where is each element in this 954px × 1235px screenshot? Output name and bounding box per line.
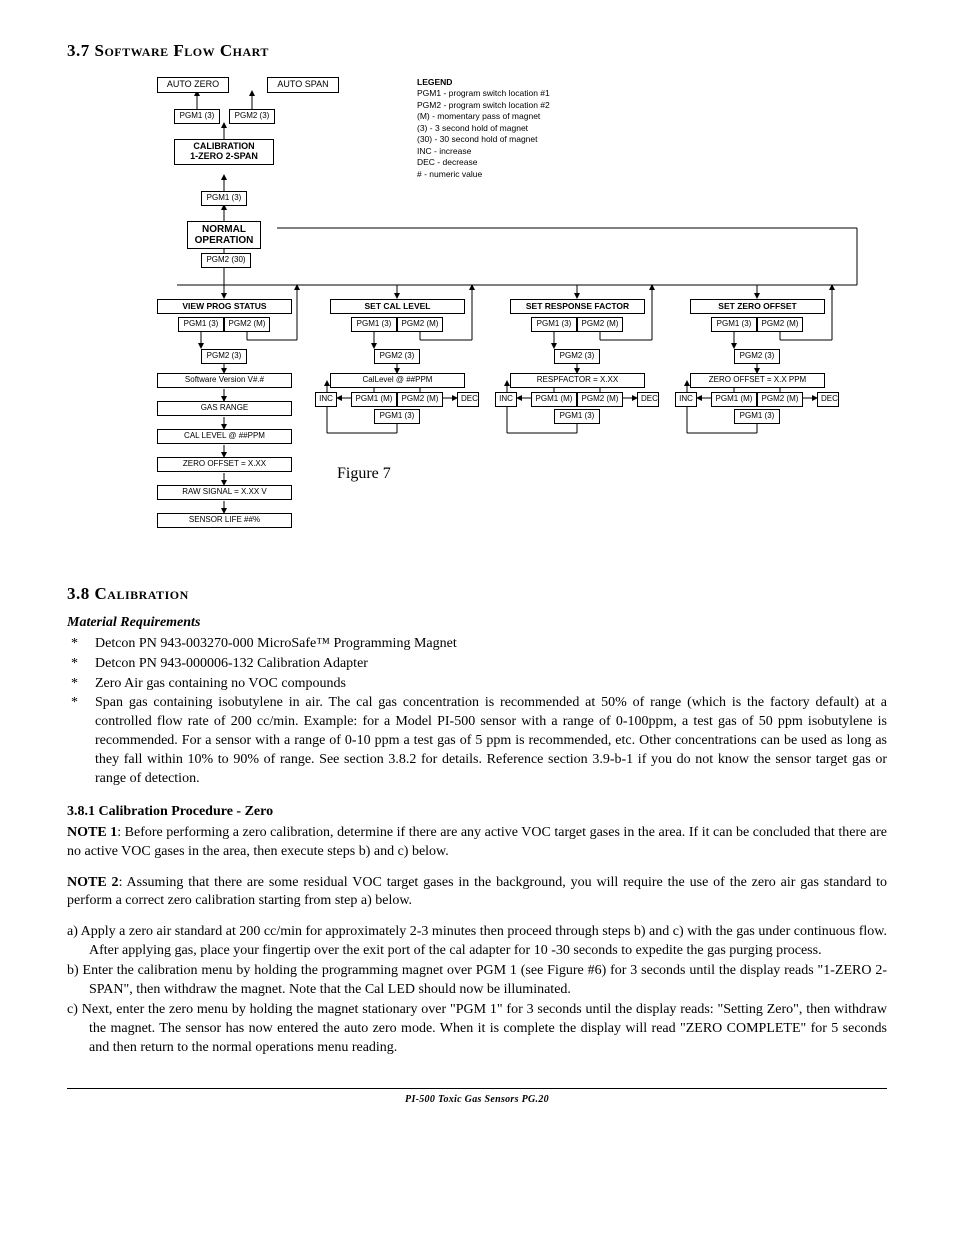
flow-c3-dec: DEC	[637, 392, 659, 407]
step-c: c) Next, enter the zero menu by holding …	[67, 1001, 887, 1058]
material-item: Zero Air gas containing no VOC compounds	[67, 675, 887, 694]
flow-c1-item-0: Software Version V#.#	[157, 373, 292, 388]
flow-c2-dec: DEC	[457, 392, 479, 407]
flow-c4-pgm2-m2: PGM2 (M)	[757, 392, 803, 407]
legend-line: DEC - decrease	[417, 157, 550, 168]
legend-line: # - numeric value	[417, 169, 550, 180]
heading-3-8: 3.8 Calibration	[67, 583, 887, 606]
flow-c4-pgm1-3b: PGM1 (3)	[734, 409, 780, 424]
flow-c1-item-5: SENSOR LIFE ##%	[157, 513, 292, 528]
flow-c3-pgm2-m: PGM2 (M)	[577, 317, 623, 332]
flow-c2-pgm1-3: PGM1 (3)	[351, 317, 397, 332]
flow-c4-pgm2-3: PGM2 (3)	[734, 349, 780, 364]
flow-c3-pgm1-3: PGM1 (3)	[531, 317, 577, 332]
flow-c4-inc: INC	[675, 392, 697, 407]
legend-line: (M) - momentary pass of magnet	[417, 111, 550, 122]
material-item: Detcon PN 943-000006-132 Calibration Ada…	[67, 655, 887, 674]
flow-c2-value: CalLevel @ ##PPM	[330, 373, 465, 388]
flow-c4-pgm1-m: PGM1 (M)	[711, 392, 757, 407]
flow-pgm1-3-b: PGM1 (3)	[201, 191, 247, 206]
flow-c3-pgm1-m: PGM1 (M)	[531, 392, 577, 407]
note-1-label: NOTE 1	[67, 825, 117, 840]
flow-pgm2-3-a: PGM2 (3)	[229, 109, 275, 124]
flow-c1-item-1: GAS RANGE	[157, 401, 292, 416]
material-requirements-list: Detcon PN 943-003270-000 MicroSafe™ Prog…	[67, 635, 887, 789]
page-footer: PI-500 Toxic Gas Sensors PG.20	[67, 1093, 887, 1107]
note-1: NOTE 1: Before performing a zero calibra…	[67, 824, 887, 862]
flowchart-figure-7: AUTO ZERO AUTO SPAN PGM1 (3) PGM2 (3) CA…	[77, 73, 877, 563]
flow-col-cal-title: SET CAL LEVEL	[330, 299, 465, 314]
flow-c1-item-3: ZERO OFFSET = X.XX	[157, 457, 292, 472]
legend-title: LEGEND	[417, 77, 550, 88]
flow-legend: LEGEND PGM1 - program switch location #1…	[417, 77, 550, 180]
flow-col-zero-title: SET ZERO OFFSET	[690, 299, 825, 314]
note-2-label: NOTE 2	[67, 875, 119, 890]
step-b: b) Enter the calibration menu by holding…	[67, 962, 887, 1000]
flow-c3-inc: INC	[495, 392, 517, 407]
material-item: Detcon PN 943-003270-000 MicroSafe™ Prog…	[67, 635, 887, 654]
flow-c1-pgm2-3: PGM2 (3)	[201, 349, 247, 364]
flow-auto-zero: AUTO ZERO	[157, 77, 229, 93]
flow-c1-pgm2-m: PGM2 (M)	[224, 317, 270, 332]
note-1-text: : Before performing a zero calibration, …	[67, 825, 887, 859]
note-2: NOTE 2: Assuming that there are some res…	[67, 874, 887, 912]
flow-c3-pgm2-m2: PGM2 (M)	[577, 392, 623, 407]
flow-c4-pgm2-m: PGM2 (M)	[757, 317, 803, 332]
flow-c2-pgm1-m: PGM1 (M)	[351, 392, 397, 407]
flow-col-resp-title: SET RESPONSE FACTOR	[510, 299, 645, 314]
flow-c1-item-2: CAL LEVEL @ ##PPM	[157, 429, 292, 444]
legend-line: (3) - 3 second hold of magnet	[417, 123, 550, 134]
flow-col-view-title: VIEW PROG STATUS	[157, 299, 292, 314]
heading-3-7: 3.7 Software Flow Chart	[67, 40, 887, 63]
flow-c2-pgm2-m2: PGM2 (M)	[397, 392, 443, 407]
flow-c2-pgm2-3: PGM2 (3)	[374, 349, 420, 364]
flow-c3-pgm1-3b: PGM1 (3)	[554, 409, 600, 424]
flow-c4-value: ZERO OFFSET = X.X PPM	[690, 373, 825, 388]
footer-rule	[67, 1088, 887, 1089]
flow-c3-pgm2-3: PGM2 (3)	[554, 349, 600, 364]
flow-c3-value: RESPFACTOR = X.XX	[510, 373, 645, 388]
legend-line: INC - increase	[417, 146, 550, 157]
flow-c2-pgm1-3b: PGM1 (3)	[374, 409, 420, 424]
legend-line: PGM1 - program switch location #1	[417, 88, 550, 99]
flow-pgm1-3-a: PGM1 (3)	[174, 109, 220, 124]
flow-calibration: CALIBRATION 1-ZERO 2-SPAN	[174, 139, 274, 165]
flow-pgm2-30: PGM2 (30)	[201, 253, 251, 268]
step-a: a) Apply a zero air standard at 200 cc/m…	[67, 923, 887, 961]
flow-c4-dec: DEC	[817, 392, 839, 407]
flow-c1-item-4: RAW SIGNAL = X.XX V	[157, 485, 292, 500]
note-2-text: : Assuming that there are some residual …	[67, 875, 887, 909]
legend-line: PGM2 - program switch location #2	[417, 100, 550, 111]
flow-c2-inc: INC	[315, 392, 337, 407]
flow-c1-pgm1-3: PGM1 (3)	[178, 317, 224, 332]
legend-line: (30) - 30 second hold of magnet	[417, 134, 550, 145]
flow-normal-operation: NORMAL OPERATION	[187, 221, 261, 249]
material-item: Span gas containing isobutylene in air. …	[67, 694, 887, 788]
flow-auto-span: AUTO SPAN	[267, 77, 339, 93]
flow-c4-pgm1-3: PGM1 (3)	[711, 317, 757, 332]
heading-3-8-1: 3.8.1 Calibration Procedure - Zero	[67, 803, 887, 822]
flow-c2-pgm2-m: PGM2 (M)	[397, 317, 443, 332]
subheading-material-requirements: Material Requirements	[67, 614, 887, 633]
figure-caption: Figure 7	[337, 463, 391, 485]
